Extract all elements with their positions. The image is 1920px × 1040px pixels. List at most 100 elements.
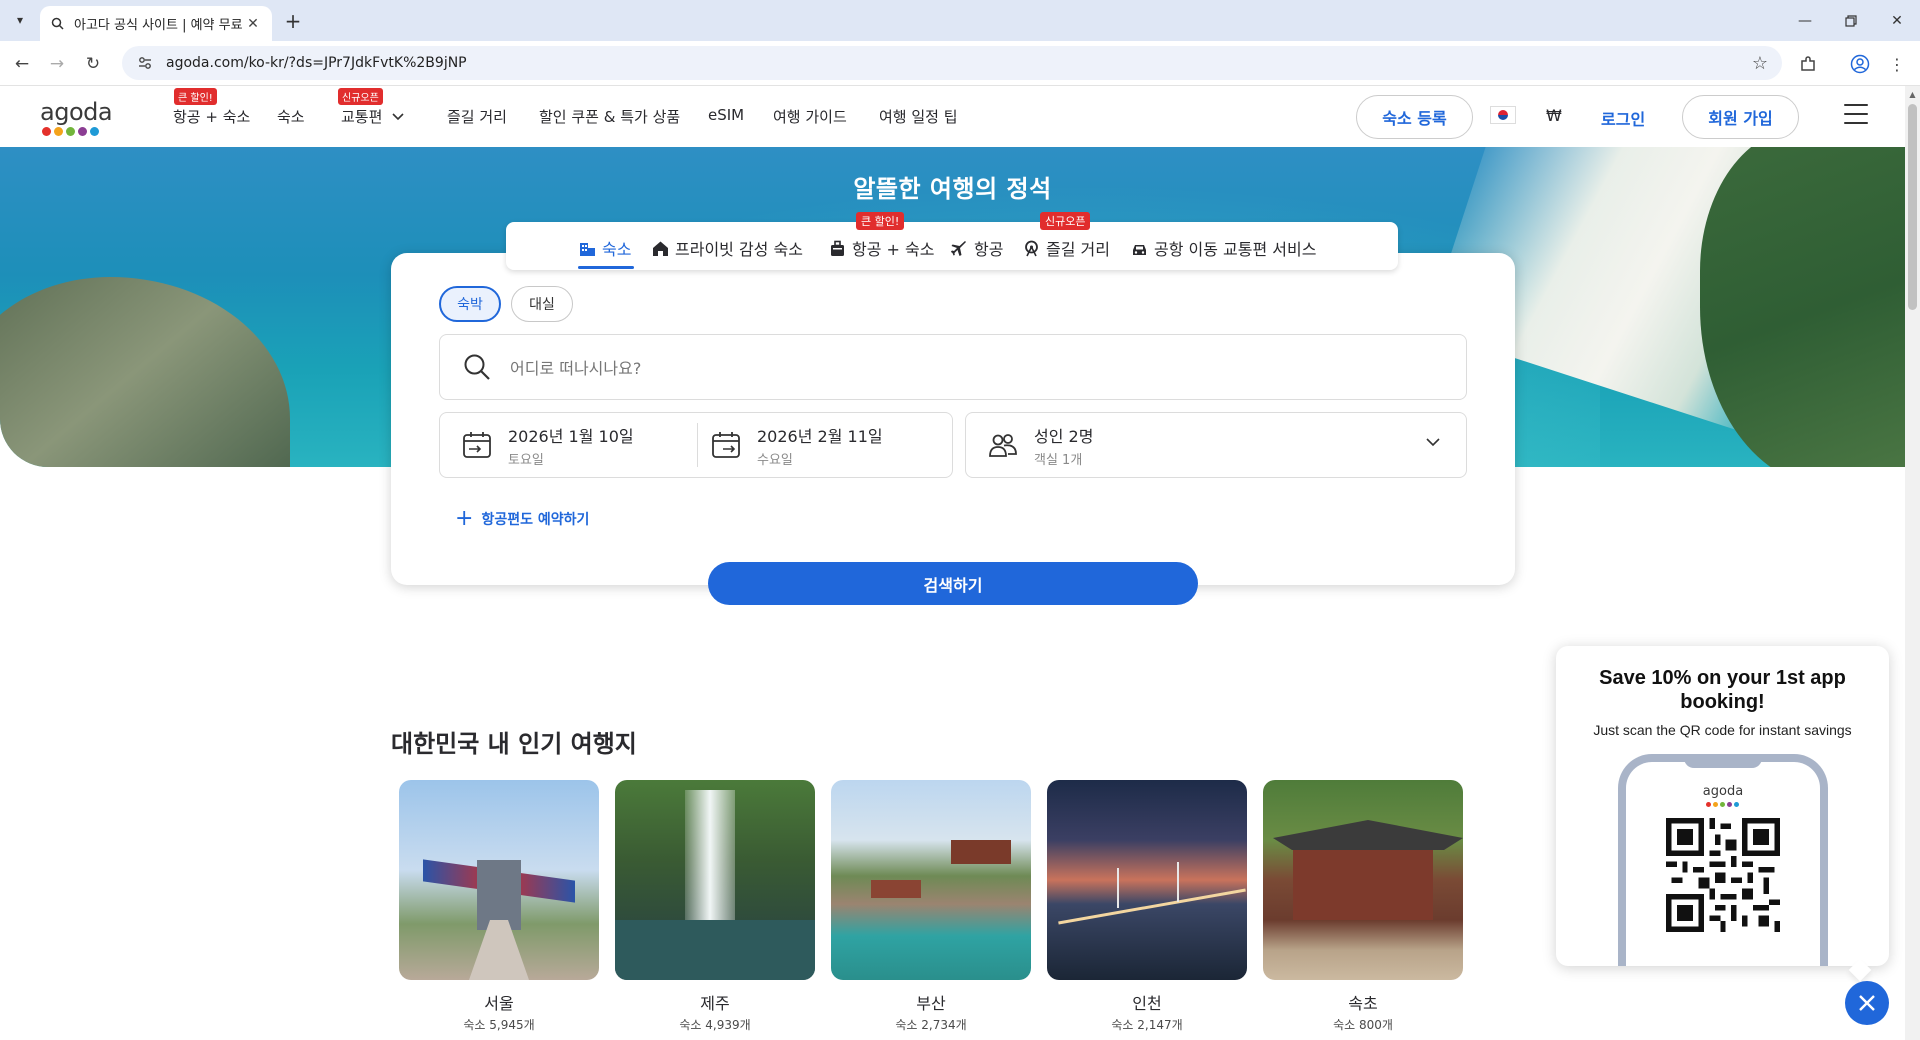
tab-search-icon[interactable]: ▾ [9,9,31,31]
guests-main: 성인 2명 [1034,426,1094,446]
korea-flag-icon[interactable] [1490,106,1516,124]
destination-card[interactable]: 속초 숙소 800개 [1263,780,1463,1033]
luggage-icon [828,239,846,257]
tab-flights[interactable]: 항공 [950,236,1003,260]
window-close-button[interactable]: ✕ [1874,0,1920,41]
tab-airport-transfer[interactable]: 공항 이동 교통편 서비스 [1130,236,1316,260]
tab-airport-transfer-label: 공항 이동 교통편 서비스 [1154,240,1317,259]
destination-name: 제주 [700,994,730,1013]
checkout-date: 2026년 2월 11일 [757,426,883,446]
browser-menu-icon[interactable]: ⋮ [1884,51,1910,77]
extensions-icon[interactable] [1795,51,1821,77]
tab-flight-hotel-label: 항공 + 숙소 [852,240,935,259]
add-flight-link[interactable]: + 항공편도 예약하기 [455,508,589,530]
hero-cliff [0,277,290,467]
checkin-field[interactable]: 2026년 1월 10일 토요일 [462,413,692,477]
close-icon [1859,995,1875,1011]
nav-travel-tips[interactable]: 여행 일정 팁 [879,106,958,127]
forward-arrow-icon[interactable]: → [44,51,70,77]
logo-text: agoda [40,98,113,126]
logo-dot [90,127,99,136]
phone-logo-dots [1706,802,1739,807]
bookmark-star-icon[interactable]: ☆ [1752,53,1768,74]
url-text: agoda.com/ko-kr/?ds=JPr7JdkFvtK%2B9jNP [166,55,467,71]
tab-activities-label: 즐길 거리 [1046,240,1110,259]
tab-badge-flight-hotel: 큰 할인! [856,212,905,230]
nav-deals[interactable]: 할인 쿠폰 & 특가 상품 [539,106,680,127]
page-scrollbar[interactable]: ▲ [1905,86,1920,1040]
destination-image-seoul [399,780,599,980]
close-promo-button[interactable] [1845,981,1889,1025]
qr-code-icon[interactable] [1666,818,1780,932]
profile-icon[interactable] [1847,51,1873,77]
address-bar[interactable]: agoda.com/ko-kr/?ds=JPr7JdkFvtK%2B9jNP ☆ [122,46,1782,80]
date-range-picker: 2026년 1월 10일 토요일 2026년 2월 11일 수요일 [439,412,953,478]
checkout-weekday: 수요일 [757,452,793,468]
favicon-search-icon [50,17,64,31]
new-tab-button[interactable]: + [280,8,306,34]
hamburger-menu-icon[interactable] [1844,104,1868,124]
login-link[interactable]: 로그인 [1601,106,1645,130]
restore-button[interactable] [1828,0,1874,41]
destination-name: 부산 [916,994,946,1013]
add-flight-label: 항공편도 예약하기 [481,512,590,528]
checkout-field[interactable]: 2026년 2월 11일 수요일 [711,413,941,477]
people-icon [989,434,1017,457]
tab-flight-hotel[interactable]: 항공 + 숙소 [828,236,934,260]
tab-private-stays[interactable]: 프라이빗 감성 숙소 [651,236,803,260]
destination-input[interactable]: 어디로 떠나시나요? [439,334,1467,400]
tab-activities[interactable]: 즐길 거리 [1022,236,1110,260]
promo-heading: Save 10% on your 1st app booking! [1599,667,1846,713]
nav-badge-flight-hotel: 큰 할인! [174,88,217,105]
search-button[interactable]: 검색하기 [708,562,1198,605]
site-header: agoda 큰 할인! 항공 + 숙소 숙소 신규오픈 교통편 즐길 거리 할인… [0,86,1905,147]
nav-travel-guide[interactable]: 여행 가이드 [773,106,847,127]
guests-selector[interactable]: 성인 2명 객실 1개 [965,412,1467,478]
product-tabs: 숙소 프라이빗 감성 숙소 큰 할인! 항공 + 숙소 항공 신규오픈 즐길 거… [506,212,1398,270]
currency-selector[interactable]: ₩ [1546,106,1562,125]
hotel-icon [578,239,596,257]
list-property-button[interactable]: 숙소 등록 [1356,95,1473,139]
destination-image-incheon [1047,780,1247,980]
logo-dot [42,127,51,136]
site-info-icon[interactable] [134,52,156,74]
nav-transport-label: 교통편 [341,108,383,126]
logo-dot [78,127,87,136]
logo-dot [1727,802,1732,807]
ferris-wheel-icon [1022,239,1040,257]
nav-flight-hotel[interactable]: 항공 + 숙소 [173,106,250,127]
destination-card[interactable]: 제주 숙소 4,939개 [615,780,815,1033]
browser-tabstrip: ▾ 아고다 공식 사이트 | 예약 무료 ✕ + — ✕ [0,0,1920,41]
signup-button[interactable]: 회원 가입 [1682,95,1799,139]
logo-dot [1706,802,1711,807]
tab-private-stays-label: 프라이빗 감성 숙소 [675,240,803,259]
destination-card[interactable]: 인천 숙소 2,147개 [1047,780,1247,1033]
nav-esim[interactable]: eSIM [708,106,744,124]
nav-hotels[interactable]: 숙소 [277,106,305,127]
tab-close-icon[interactable]: ✕ [244,15,262,33]
minimize-button[interactable]: — [1782,0,1828,41]
app-promo-popup: Save 10% on your 1st app booking! Just s… [1556,646,1889,966]
agoda-logo[interactable]: agoda [40,98,113,136]
destination-name: 인천 [1132,994,1162,1013]
checkin-date: 2026년 1월 10일 [508,426,634,446]
destination-card[interactable]: 서울 숙소 5,945개 [399,780,599,1033]
destination-card[interactable]: 부산 숙소 2,734개 [831,780,1031,1033]
destination-image-busan [831,780,1031,980]
scrollbar-thumb[interactable] [1908,104,1917,310]
flag-circle [1498,110,1508,120]
browser-tab-active[interactable]: 아고다 공식 사이트 | 예약 무료 ✕ [40,6,272,41]
calendar-checkout-icon [712,432,740,458]
day-use-pill[interactable]: 대실 [511,286,573,322]
nav-transport[interactable]: 교통편 [341,106,404,127]
plane-icon [950,239,968,257]
nav-activities[interactable]: 즐길 거리 [447,106,507,127]
destination-count: 숙소 5,945개 [463,1018,535,1032]
overnight-pill[interactable]: 숙박 [439,286,501,322]
destination-count: 숙소 800개 [1333,1018,1393,1032]
checkin-weekday: 토요일 [508,452,544,468]
back-arrow-icon[interactable]: ← [9,51,35,77]
reload-icon[interactable]: ↻ [80,51,106,77]
scroll-up-arrow-icon[interactable]: ▲ [1905,86,1920,102]
tab-hotels[interactable]: 숙소 [578,236,631,260]
